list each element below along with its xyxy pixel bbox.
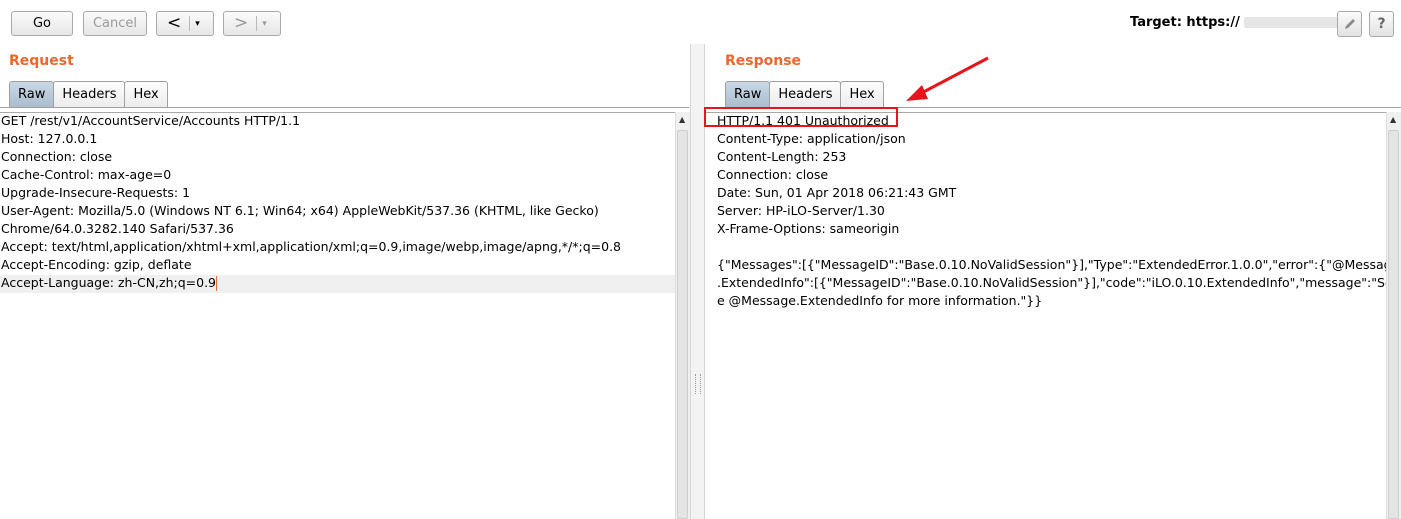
tab-raw[interactable]: Raw (725, 81, 771, 107)
scroll-thumb[interactable] (677, 130, 688, 519)
request-line[interactable]: User-Agent: Mozilla/5.0 (Windows NT 6.1;… (0, 203, 675, 221)
response-scrollbar[interactable]: ▲ (1386, 112, 1401, 519)
response-line[interactable]: Content-Length: 253 (716, 149, 1386, 167)
request-scrollbar[interactable]: ▲ (675, 112, 690, 519)
request-tabs: Raw Headers Hex (9, 81, 168, 108)
target-text: Target: https:// (1130, 15, 1240, 30)
annotation-arrow-icon (906, 56, 989, 101)
response-line[interactable]: .ExtendedInfo":[{"MessageID":"Base.0.10.… (716, 275, 1386, 293)
status-line-highlight (704, 107, 898, 127)
scroll-up-icon[interactable]: ▲ (679, 115, 685, 124)
redacted-host (1243, 17, 1344, 28)
response-line[interactable]: X-Frame-Options: sameorigin (716, 221, 1386, 239)
request-line[interactable]: Upgrade-Insecure-Requests: 1 (0, 185, 675, 203)
divider-grip[interactable] (695, 374, 701, 394)
target-label[interactable]: Target: https:// (1130, 15, 1344, 30)
request-line[interactable]: Cache-Control: max-age=0 (0, 167, 675, 185)
pane-divider[interactable] (690, 44, 705, 519)
scroll-thumb[interactable] (1388, 130, 1399, 519)
response-line[interactable]: Connection: close (716, 167, 1386, 185)
button-separator (189, 16, 191, 31)
request-line[interactable]: Chrome/64.0.3282.140 Safari/537.36 (0, 221, 675, 239)
response-line[interactable] (716, 239, 1386, 257)
dropdown-icon[interactable]: ▾ (195, 19, 200, 29)
forward-button[interactable]: > ▾ (223, 11, 281, 36)
request-line[interactable]: Host: 127.0.0.1 (0, 131, 675, 149)
button-separator (256, 16, 258, 31)
response-tabs: Raw Headers Hex (725, 81, 884, 108)
scroll-up-icon[interactable]: ▲ (1390, 115, 1396, 124)
request-line[interactable]: Accept-Encoding: gzip, deflate (0, 257, 675, 275)
tab-underline (0, 107, 689, 108)
go-button[interactable]: Go (11, 11, 73, 36)
request-editor[interactable]: GET /rest/v1/AccountService/Accounts HTT… (0, 112, 675, 519)
tab-hex[interactable]: Hex (124, 81, 168, 107)
request-line[interactable]: GET /rest/v1/AccountService/Accounts HTT… (0, 113, 675, 131)
forward-arrow-icon: > (234, 13, 249, 33)
edit-target-button[interactable] (1337, 11, 1362, 37)
tab-hex[interactable]: Hex (840, 81, 884, 107)
back-arrow-icon: < (167, 13, 182, 33)
request-line[interactable]: Connection: close (0, 149, 675, 167)
response-line[interactable]: {"Messages":[{"MessageID":"Base.0.10.NoV… (716, 257, 1386, 275)
response-line[interactable]: Content-Type: application/json (716, 131, 1386, 149)
back-button[interactable]: < ▾ (156, 11, 214, 36)
tab-raw[interactable]: Raw (9, 81, 55, 107)
toolbar: Go Cancel < ▾ > ▾ Target: https:// ? (0, 0, 1401, 44)
cancel-button[interactable]: Cancel (83, 11, 147, 36)
response-line[interactable]: e @Message.ExtendedInfo for more informa… (716, 293, 1386, 311)
response-line[interactable]: Server: HP-iLO-Server/1.30 (716, 203, 1386, 221)
pencil-icon (1344, 19, 1355, 29)
tab-headers[interactable]: Headers (53, 81, 126, 107)
help-button[interactable]: ? (1369, 11, 1394, 37)
dropdown-icon[interactable]: ▾ (262, 19, 267, 29)
response-line[interactable]: Date: Sun, 01 Apr 2018 06:21:43 GMT (716, 185, 1386, 203)
request-line[interactable]: Accept: text/html,application/xhtml+xml,… (0, 239, 675, 257)
request-title: Request (9, 53, 74, 69)
tab-headers[interactable]: Headers (769, 81, 842, 107)
request-line[interactable]: Accept-Language: zh-CN,zh;q=0.9 (0, 275, 675, 293)
response-title: Response (725, 53, 802, 69)
text-caret (216, 276, 218, 291)
response-editor[interactable]: HTTP/1.1 401 Unauthorized Content-Type: a… (704, 112, 1386, 519)
